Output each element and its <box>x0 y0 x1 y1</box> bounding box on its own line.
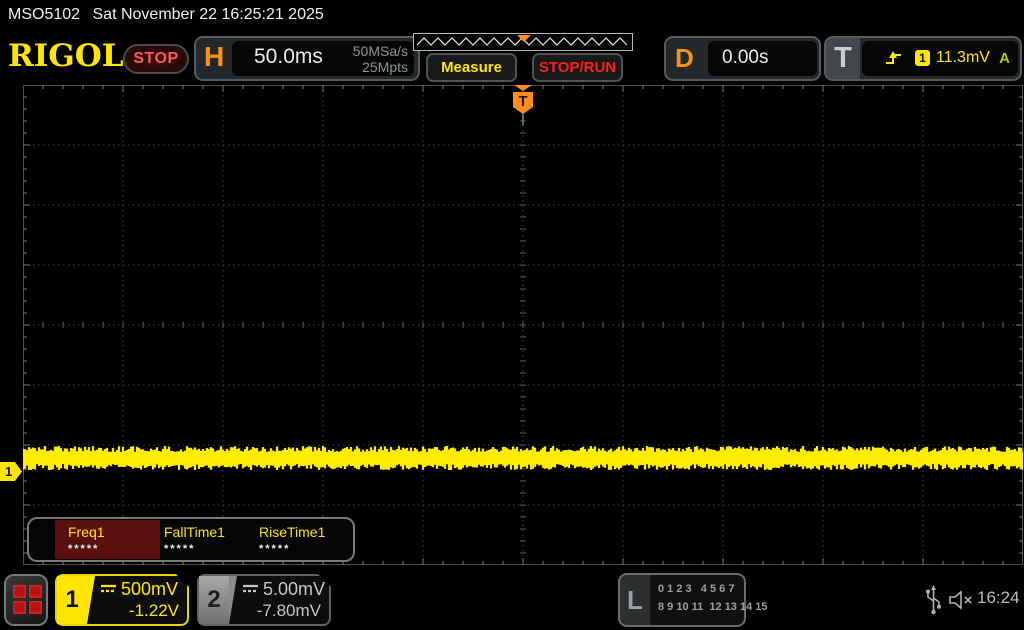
measurement-value: ***** <box>164 543 196 555</box>
channel1-tab[interactable]: 1 <box>57 576 87 624</box>
measure-button-label: Measure <box>441 59 502 76</box>
channel1-offset: -1.22V <box>128 601 179 620</box>
graticule[interactable] <box>23 85 1023 565</box>
stop-run-button-label: STOP/RUN <box>538 59 617 76</box>
channel2-status-block[interactable]: 2 5.00mV -7.80mV <box>197 574 331 626</box>
measurement-value: ***** <box>68 543 100 555</box>
datetime: Sat November 22 16:25:21 2025 <box>92 6 324 23</box>
horizontal-inset: 50.0ms 50MSa/s 25Mpts <box>232 41 414 76</box>
logic-label: L <box>627 585 643 615</box>
dc-coupling-icon <box>243 584 258 593</box>
stop-run-button[interactable]: STOP/RUN <box>532 53 623 82</box>
channel1-scale: 500mV <box>121 579 179 599</box>
measurement-box[interactable]: Freq1 ***** FallTime1 ***** RiseTime1 **… <box>27 517 355 562</box>
channel1-marker-label: 1 <box>5 464 13 479</box>
logic-channels-row1: 0 1 2 3 4 5 6 7 <box>658 583 735 595</box>
trigger-source-badge: 1 <box>915 50 930 66</box>
trigger-tab: T <box>826 38 860 79</box>
sample-rate: 50MSa/s <box>352 43 408 59</box>
menu-icon <box>13 601 26 614</box>
model-name: MSO5102 <box>8 6 81 23</box>
horizontal-label: H <box>204 41 225 72</box>
acquisition-info: 50MSa/s 25Mpts <box>353 43 408 75</box>
usb-icon <box>926 585 941 615</box>
delay-inset: 0.00s <box>708 41 817 76</box>
channel2-scale: 5.00mV <box>263 579 326 599</box>
logic-channels-row2: 8 9 10 11 12 13 14 15 <box>658 601 768 613</box>
delay-label: D <box>675 43 694 73</box>
trigger-sweep-mode: A <box>999 50 1010 67</box>
trigger-inset: 1 11.3mV A <box>862 41 1018 76</box>
horizontal-settings-block[interactable]: H 50.0ms 50MSa/s 25Mpts <box>194 36 420 81</box>
run-state-indicator: STOP <box>123 44 189 74</box>
measurement-label[interactable]: RiseTime1 <box>259 524 325 540</box>
trigger-block[interactable]: T 1 11.3mV A <box>824 36 1022 81</box>
measurement-label[interactable]: FallTime1 <box>164 524 225 540</box>
speaker-muted-icon[interactable] <box>948 589 974 611</box>
logic-analyzer-block[interactable]: L 0 1 2 3 4 5 6 7 8 9 10 11 12 13 14 15 <box>618 573 768 627</box>
preview-trace <box>416 35 628 46</box>
delay-block[interactable]: D 0.00s <box>664 36 821 81</box>
menu-icon <box>29 585 42 598</box>
timebase-value[interactable]: 50.0ms <box>254 45 323 69</box>
channel2-number: 2 <box>207 586 221 613</box>
trigger-level-value[interactable]: 11.3mV <box>936 49 990 67</box>
clock: 16:24 <box>977 588 1020 607</box>
measure-button[interactable]: Measure <box>426 53 517 82</box>
measurement-label[interactable]: Freq1 <box>68 524 105 540</box>
run-state-label: STOP <box>133 50 179 67</box>
delay-value[interactable]: 0.00s <box>722 47 768 69</box>
menu-button[interactable] <box>4 574 48 626</box>
menu-icon <box>29 601 42 614</box>
channel1-number: 1 <box>65 586 79 613</box>
trigger-label: T <box>834 42 852 74</box>
logic-tab: L <box>620 575 650 625</box>
rigol-logo: RIGOL <box>8 38 124 74</box>
channel2-offset: -7.80mV <box>256 601 321 620</box>
memory-depth: 25Mpts <box>362 59 408 75</box>
trigger-edge-icon <box>886 51 901 64</box>
channel2-tab[interactable]: 2 <box>199 576 229 624</box>
menu-icon <box>13 585 26 598</box>
dc-coupling-icon <box>101 584 116 593</box>
waveform-preview-strip[interactable] <box>413 33 633 51</box>
channel1-level-marker[interactable]: 1 <box>0 462 22 481</box>
titlebar: MSO5102 Sat November 22 16:25:21 2025 <box>0 0 1024 30</box>
channel1-status-block[interactable]: 1 500mV -1.22V <box>55 574 189 626</box>
oscilloscope-screen: MSO5102 Sat November 22 16:25:21 2025 RI… <box>0 0 1024 630</box>
measurement-value: ***** <box>259 543 291 555</box>
